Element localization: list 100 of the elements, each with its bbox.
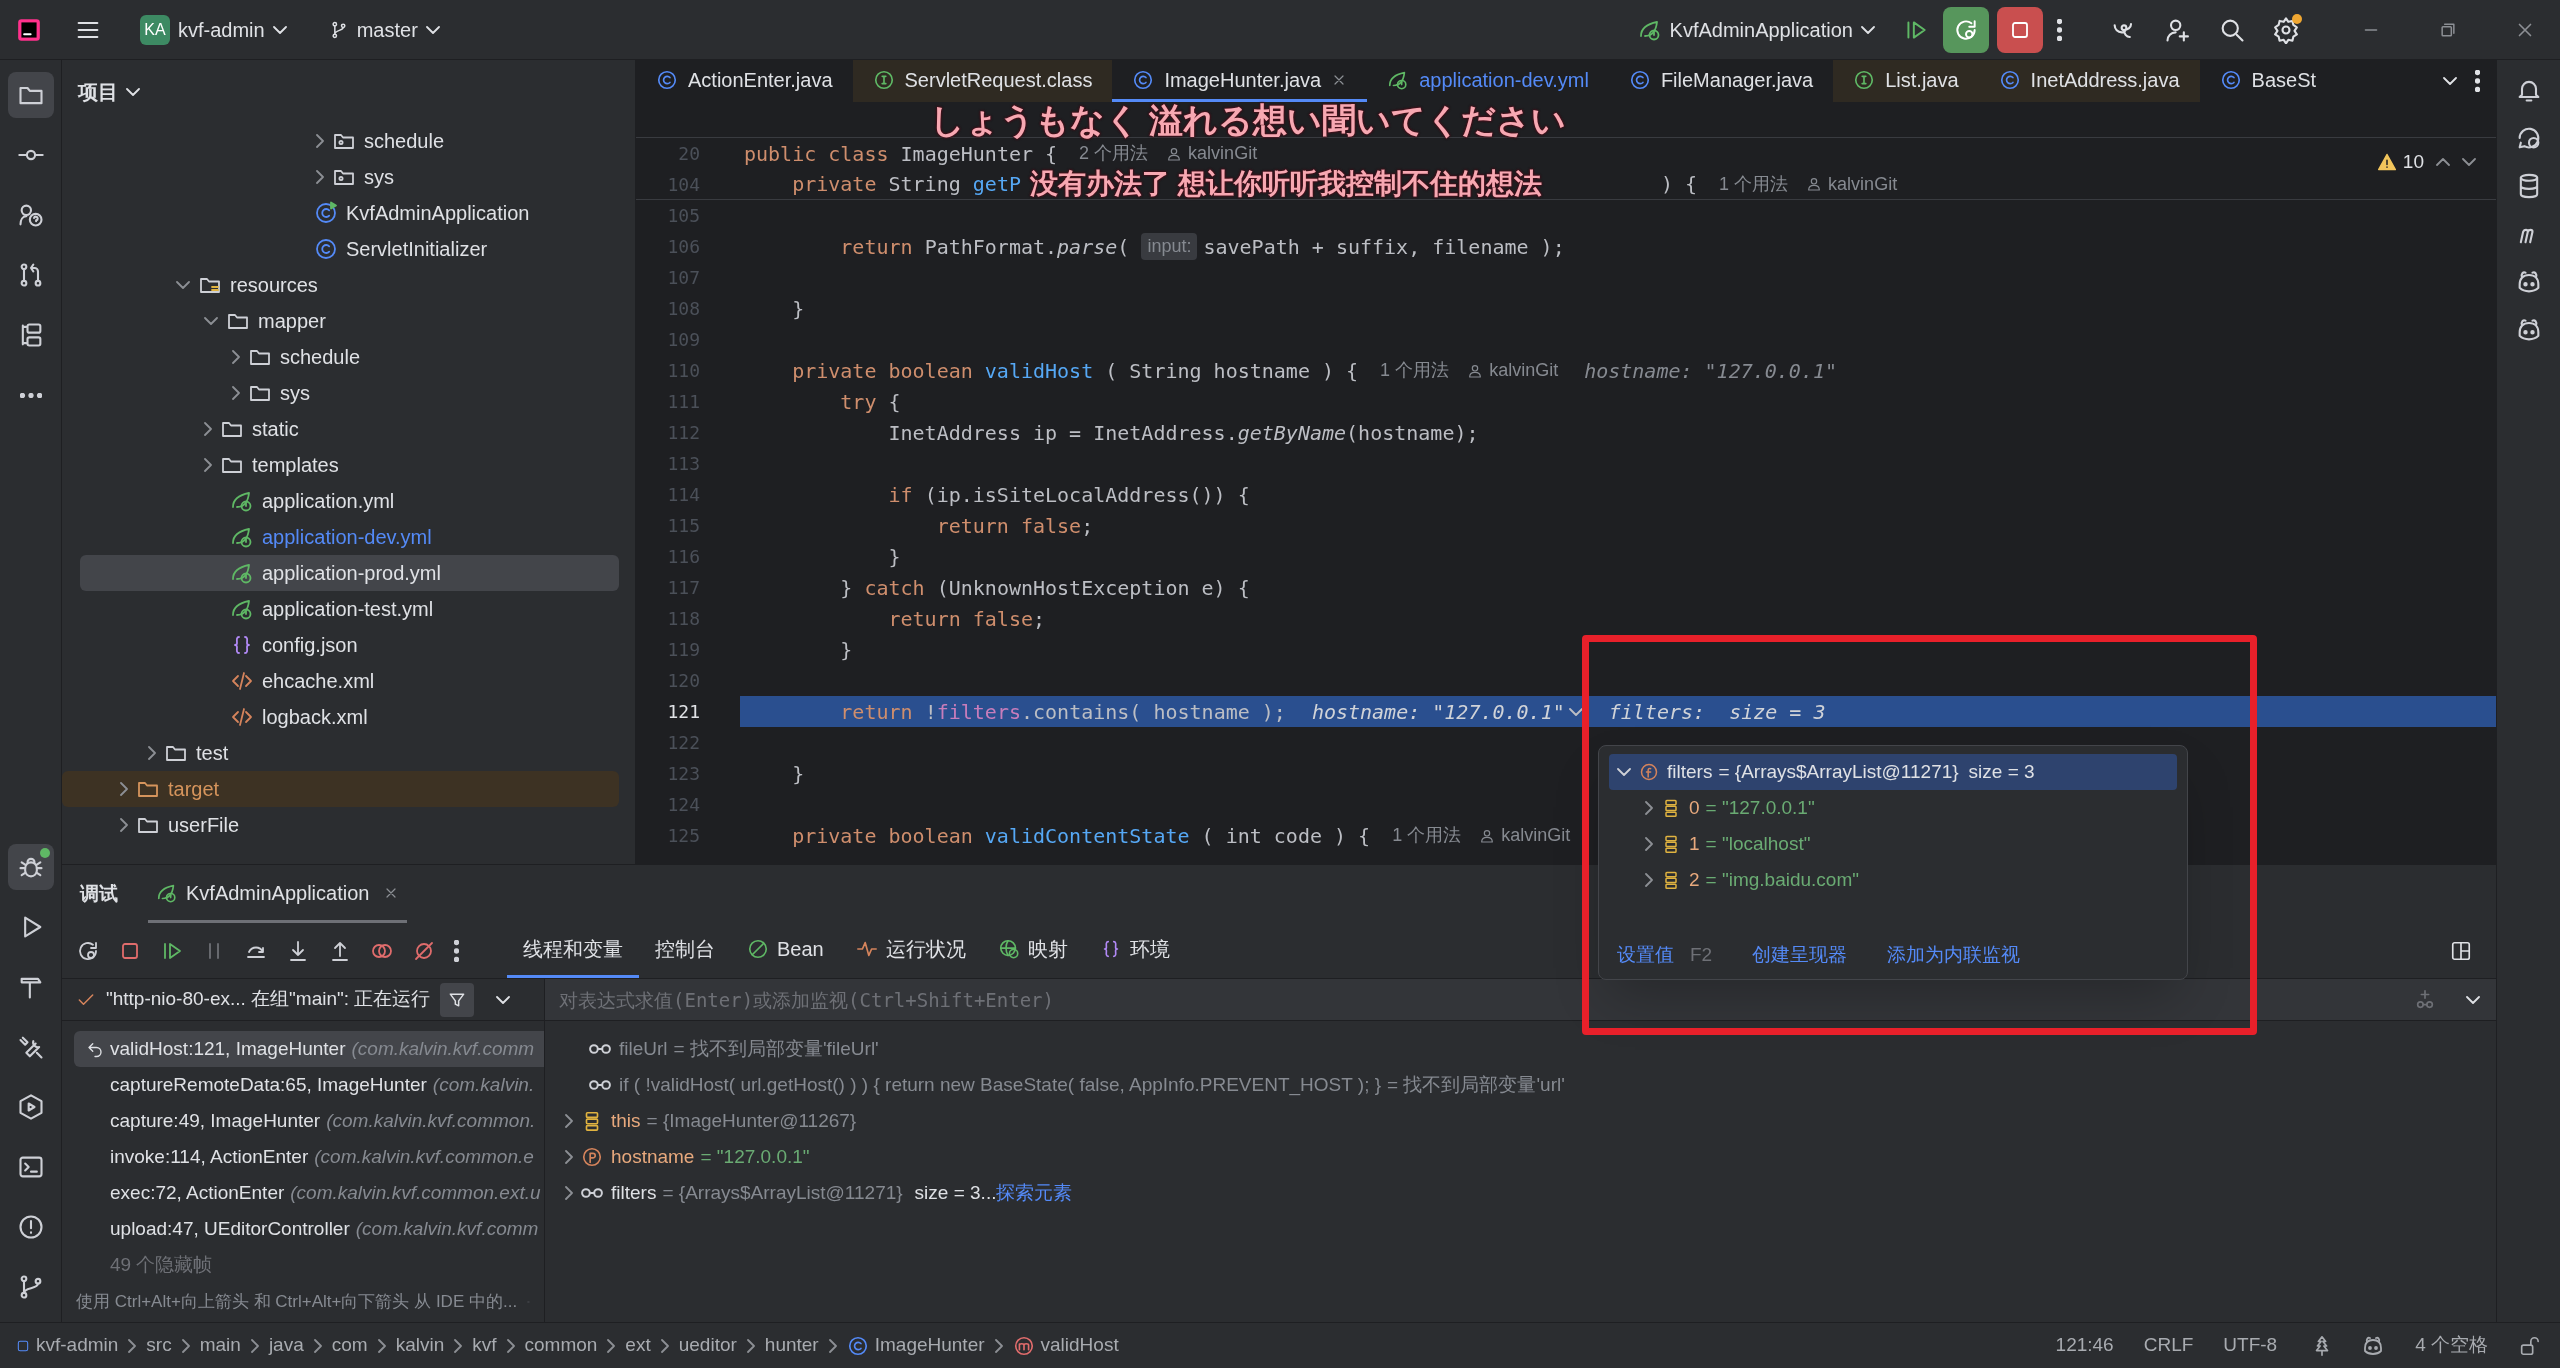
- more-icon[interactable]: [454, 939, 459, 962]
- breadcrumb[interactable]: ext: [625, 1331, 651, 1360]
- status-item[interactable]: UTF-8: [2223, 1331, 2278, 1360]
- branch-switcher[interactable]: master: [320, 10, 448, 49]
- author-hint[interactable]: kalvinGit: [1479, 822, 1571, 849]
- session-tab[interactable]: KvfAdminApplication: [148, 865, 408, 923]
- previous-icon[interactable]: [2436, 158, 2450, 167]
- variable-row[interactable]: hostname = "127.0.0.1": [565, 1139, 2496, 1175]
- project-switcher[interactable]: KA kvf-admin: [132, 10, 295, 49]
- breadcrumb[interactable]: ueditor: [678, 1331, 737, 1360]
- popup-action-link[interactable]: 创建呈现器: [1752, 940, 1848, 969]
- more-icon[interactable]: [2057, 18, 2062, 41]
- tree-item[interactable]: test: [62, 735, 619, 771]
- debug-tab[interactable]: Bean: [731, 923, 840, 978]
- tree-item[interactable]: target: [62, 771, 619, 807]
- editor-tab[interactable]: FileManager.java: [1608, 60, 1834, 102]
- popup-tree-item[interactable]: filters = {Arrays$ArrayList@11271} size = 3: [1609, 754, 2177, 790]
- tool-window-button[interactable]: [7, 844, 54, 890]
- usage-hint[interactable]: 1 个用法: [1719, 170, 1789, 198]
- stack-frame[interactable]: exec:72, ActionEnter (com.kalvin.kvf.common.ext.u: [74, 1175, 544, 1211]
- status-item[interactable]: 4 个空格: [2415, 1331, 2488, 1360]
- author-hint[interactable]: kalvinGit: [1467, 357, 1559, 384]
- tree-item[interactable]: mapper: [62, 303, 619, 339]
- add-watch-icon[interactable]: [2414, 988, 2436, 1011]
- debug-tab[interactable]: 环境: [1083, 923, 1186, 978]
- tree-item[interactable]: schedule: [62, 123, 619, 159]
- breadcrumb[interactable]: hunter: [764, 1331, 819, 1360]
- debug-tab[interactable]: 控制台: [639, 923, 731, 978]
- tool-window-button[interactable]: [7, 72, 54, 118]
- debug-tab[interactable]: 线程和变量: [507, 923, 639, 978]
- tree-item[interactable]: application-prod.yml: [80, 555, 619, 591]
- problems-counter[interactable]: 10: [2376, 148, 2424, 177]
- tab-list-icon[interactable]: [2443, 77, 2457, 85]
- author-hint[interactable]: kalvinGit: [1806, 170, 1898, 198]
- variable-row[interactable]: this = {ImageHunter@11267}: [565, 1103, 2496, 1139]
- popup-tree-item[interactable]: 1 = "localhost": [1609, 826, 2177, 862]
- stack-frame[interactable]: upload:47, UEditorController (com.kalvin.kvf.comm: [74, 1211, 544, 1247]
- popup-action-link[interactable]: 设置值 F2: [1617, 940, 1713, 969]
- lock-icon[interactable]: [2518, 1334, 2540, 1357]
- caret-icon[interactable]: [2466, 995, 2480, 1004]
- tree-item[interactable]: KvfAdminApplication: [62, 195, 619, 231]
- filter-button[interactable]: [440, 982, 475, 1017]
- rerun-debug-button[interactable]: [1943, 6, 1989, 53]
- debug-tab[interactable]: 映射: [981, 923, 1084, 978]
- tree-item[interactable]: logback.xml: [62, 699, 619, 735]
- tree-item[interactable]: ServletInitializer: [62, 231, 619, 267]
- author-hint[interactable]: kalvinGit: [1166, 140, 1258, 167]
- breadcrumb[interactable]: kvf-admin: [16, 1331, 119, 1360]
- breadcrumb[interactable]: validHost: [1012, 1331, 1119, 1360]
- run-configuration-selector[interactable]: KvfAdminApplication: [1629, 10, 1883, 49]
- popup-tree-item[interactable]: 0 = "127.0.0.1": [1609, 790, 2177, 826]
- tree-item[interactable]: schedule: [62, 339, 619, 375]
- tree-item[interactable]: sys: [62, 375, 619, 411]
- status-item[interactable]: 121:46: [2055, 1331, 2114, 1360]
- popup-action-link[interactable]: 添加为内联监视: [1887, 940, 2021, 969]
- stack-frame[interactable]: captureRemoteData:65, ImageHunter (com.kalvin.: [74, 1067, 544, 1103]
- tree-item[interactable]: config.json: [62, 627, 619, 663]
- settings-icon[interactable]: [2272, 15, 2300, 44]
- editor-tab[interactable]: List.java: [1833, 60, 1979, 102]
- tree-item[interactable]: application.yml: [62, 483, 619, 519]
- debug-tab[interactable]: 运行状况: [839, 923, 982, 978]
- tree-item[interactable]: templates: [62, 447, 619, 483]
- popup-tree-item[interactable]: 2 = "img.baidu.com": [1609, 862, 2177, 898]
- tree-item[interactable]: static: [62, 411, 619, 447]
- breadcrumb[interactable]: src: [146, 1331, 172, 1360]
- next-icon[interactable]: [2462, 158, 2476, 167]
- status-item[interactable]: CRLF: [2143, 1331, 2194, 1360]
- usage-hint[interactable]: 2 个用法: [1079, 140, 1149, 167]
- editor-tab[interactable]: ServletRequest.class: [852, 60, 1113, 102]
- stop-button[interactable]: [1997, 6, 2043, 53]
- editor-tab[interactable]: application-dev.yml: [1367, 60, 1609, 102]
- stack-frame[interactable]: invoke:114, ActionEnter (com.kalvin.kvf.common.e: [74, 1139, 544, 1175]
- tree-item[interactable]: application-dev.yml: [62, 519, 619, 555]
- editor-tab[interactable]: BaseSt: [2199, 60, 2337, 102]
- editor-tab[interactable]: ActionEnter.java: [636, 60, 853, 102]
- layout-icon[interactable]: [2450, 939, 2472, 962]
- variable-row[interactable]: if ( !validHost( url.getHost() ) ) { return new BaseState( false, AppInfo.PREVENT_HOST ); } = 找不到局部变量'url': [565, 1067, 2496, 1103]
- tree-item[interactable]: resources: [62, 267, 619, 303]
- stack-frame[interactable]: capture:49, ImageHunter (com.kalvin.kvf.common.: [74, 1103, 544, 1139]
- breadcrumb[interactable]: main: [199, 1331, 241, 1360]
- breadcrumb[interactable]: common: [524, 1331, 598, 1360]
- more-icon[interactable]: [2475, 70, 2480, 92]
- variable-row[interactable]: fileUrl = 找不到局部变量'fileUrl': [565, 1031, 2496, 1067]
- thread-selector[interactable]: "http-nio-80-ex... 在组"main": 正在运行: [76, 985, 431, 1014]
- usage-hint[interactable]: 1 个用法: [1392, 822, 1462, 849]
- tree-item[interactable]: application-test.yml: [62, 591, 619, 627]
- usage-hint[interactable]: 1 个用法: [1380, 357, 1450, 384]
- editor-tab[interactable]: InetAddress.java: [1978, 60, 2200, 102]
- stack-frame[interactable]: validHost:121, ImageHunter (com.kalvin.kvf.comm: [74, 1031, 544, 1067]
- explore-link[interactable]: 探索元素: [996, 1178, 1073, 1208]
- breadcrumb[interactable]: kvf: [472, 1331, 497, 1360]
- tree-item[interactable]: ehcache.xml: [62, 663, 619, 699]
- breadcrumb[interactable]: ImageHunter: [846, 1331, 985, 1360]
- tree-item[interactable]: userFile: [62, 807, 619, 843]
- breadcrumb[interactable]: java: [268, 1331, 304, 1360]
- tree-item[interactable]: sys: [62, 159, 619, 195]
- editor-tab[interactable]: ImageHunter.java: [1112, 60, 1368, 102]
- panel-title[interactable]: 项目: [78, 76, 140, 107]
- caret-icon[interactable]: [496, 995, 511, 1004]
- variable-row[interactable]: filters = {Arrays$ArrayList@11271} size = 3...探索元素: [565, 1175, 2496, 1211]
